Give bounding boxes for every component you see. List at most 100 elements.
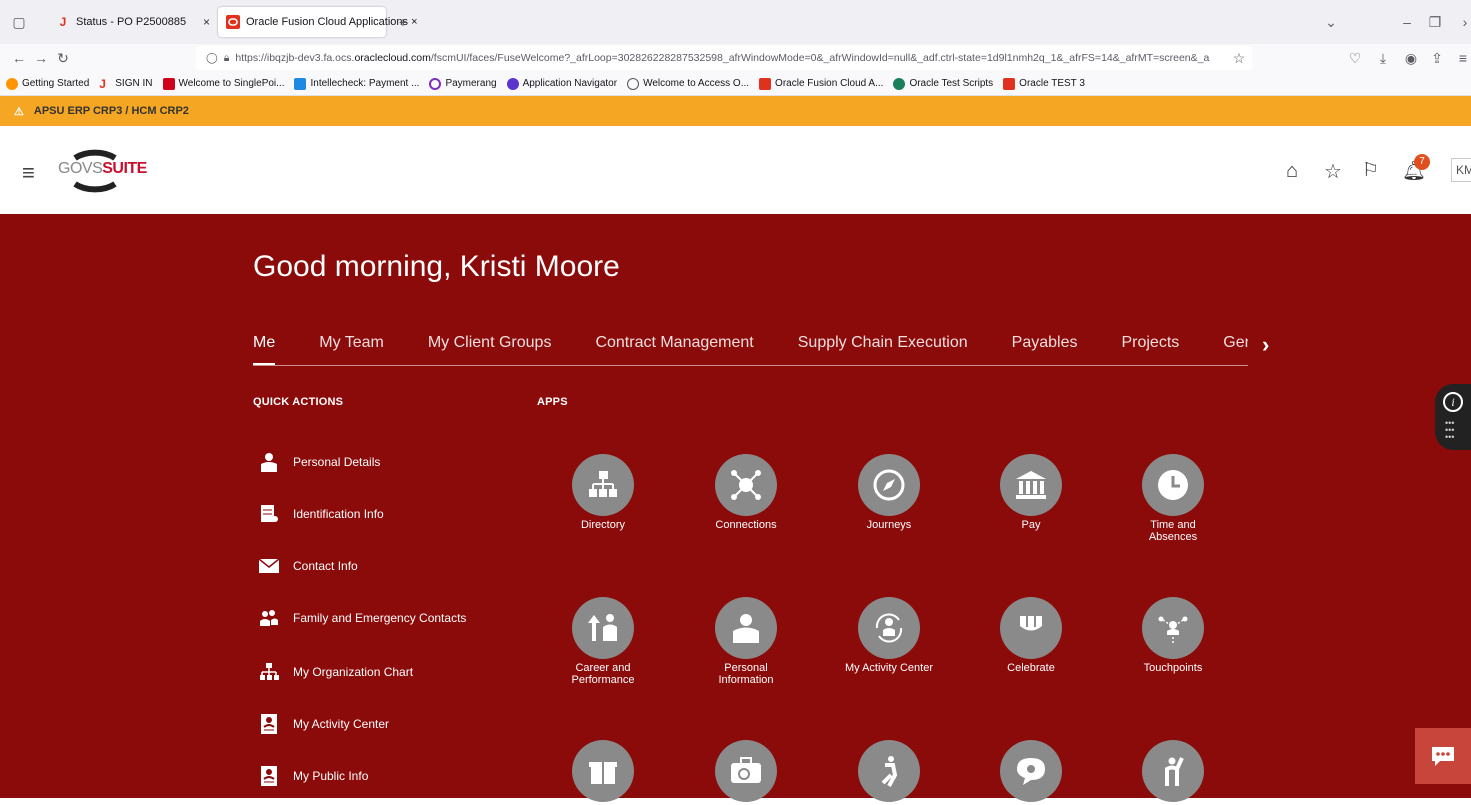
bookmark-oracle-fusion[interactable]: Oracle Fusion Cloud A... bbox=[759, 77, 883, 90]
quick-action-contact-info[interactable]: Contact Info bbox=[259, 556, 358, 576]
app-journeys[interactable]: Journeys bbox=[829, 454, 949, 531]
tab-projects[interactable]: Projects bbox=[1121, 334, 1179, 365]
tab-my-team[interactable]: My Team bbox=[319, 334, 384, 365]
app-celebrate[interactable]: Celebrate bbox=[971, 597, 1091, 674]
app-my-activity-center[interactable]: My Activity Center bbox=[829, 597, 949, 674]
activity-cycle-icon bbox=[858, 597, 920, 659]
menu-icon[interactable]: ≡ bbox=[1452, 50, 1471, 66]
app-connections[interactable]: Connections bbox=[686, 454, 806, 531]
back-icon[interactable]: ← bbox=[8, 50, 30, 66]
quick-action-label: Family and Emergency Contacts bbox=[293, 611, 467, 625]
person-raising-hand-icon bbox=[1142, 740, 1204, 802]
bookmark-app-navigator[interactable]: Application Navigator bbox=[506, 77, 617, 90]
greeting-title: Good morning, Kristi Moore bbox=[253, 250, 620, 283]
bookmark-oracle-test-scripts[interactable]: Oracle Test Scripts bbox=[893, 77, 993, 90]
briefcase-icon bbox=[715, 740, 777, 802]
app-header: ≡ GOVSSUITE ⌂ ☆ ⚐ 🔔︎ 7 KM bbox=[0, 126, 1471, 214]
tab-list-chevron-icon[interactable]: ⌄ bbox=[1320, 14, 1342, 31]
app-wellness[interactable] bbox=[829, 740, 949, 805]
bookmark-label: Oracle TEST 3 bbox=[1019, 78, 1085, 89]
tab-payables[interactable]: Payables bbox=[1012, 334, 1078, 365]
forward-icon[interactable]: → bbox=[30, 50, 52, 66]
app-label: Connections bbox=[715, 519, 777, 531]
app-benefits[interactable] bbox=[543, 740, 663, 805]
reload-icon[interactable]: ↻ bbox=[52, 50, 74, 67]
favorites-star-icon[interactable]: ☆ bbox=[1324, 159, 1342, 184]
logo-text-govs: GOVS bbox=[58, 160, 103, 177]
apps-grid-icon[interactable]: ••• ••• ••• bbox=[1445, 419, 1454, 442]
govs-suite-logo[interactable]: GOVSSUITE bbox=[50, 140, 147, 200]
close-icon[interactable]: × bbox=[203, 15, 210, 29]
restore-icon[interactable]: ❐ bbox=[1424, 14, 1446, 31]
bookmark-label: SIGN IN bbox=[115, 78, 153, 89]
home-icon[interactable]: ⌂ bbox=[1286, 160, 1298, 183]
oracle-icon bbox=[1003, 77, 1016, 90]
bookmark-paymerang[interactable]: Paymerang bbox=[429, 77, 497, 90]
clock-icon bbox=[1142, 454, 1204, 516]
id-doc-icon bbox=[259, 504, 279, 524]
quick-action-label: Contact Info bbox=[293, 559, 358, 573]
tab-contract-management[interactable]: Contract Management bbox=[595, 334, 753, 365]
globe-icon bbox=[627, 77, 640, 90]
bookmark-getting-started[interactable]: Getting Started bbox=[6, 77, 89, 90]
app-career-and-performance[interactable]: Career and Performance bbox=[543, 597, 663, 686]
bookmark-star-icon[interactable]: ☆ bbox=[1228, 50, 1250, 67]
app-touchpoints[interactable]: Touchpoints bbox=[1113, 597, 1233, 674]
pocket-icon[interactable]: ♡ bbox=[1344, 50, 1366, 67]
share-icon[interactable]: ⇪ bbox=[1426, 50, 1448, 67]
app-learning[interactable] bbox=[686, 740, 806, 805]
bookmark-sign-in[interactable]: J SIGN IN bbox=[99, 78, 152, 90]
user-avatar[interactable]: KM bbox=[1451, 158, 1471, 182]
tab-my-client-groups[interactable]: My Client Groups bbox=[428, 334, 552, 365]
browser-tab-status[interactable]: J Status - PO P2500885 × bbox=[48, 7, 218, 37]
bookmark-intellecheck[interactable]: Intellecheck: Payment ... bbox=[294, 77, 419, 90]
notification-count-badge: 7 bbox=[1414, 154, 1430, 170]
side-helper-panel: i ••• ••• ••• bbox=[1435, 384, 1471, 450]
app-label: My Activity Center bbox=[844, 662, 934, 674]
app-label: Directory bbox=[580, 519, 625, 531]
quick-action-my-public-info[interactable]: My Public Info bbox=[259, 766, 368, 786]
tab-overview-icon[interactable]: ▢ bbox=[8, 14, 30, 31]
bookmark-singlepoint[interactable]: Welcome to SinglePoi... bbox=[162, 77, 284, 90]
close-window-icon[interactable]: › bbox=[1454, 14, 1471, 30]
touchpoints-icon bbox=[1142, 597, 1204, 659]
quick-action-my-activity-center[interactable]: My Activity Center bbox=[259, 714, 389, 734]
hamburger-menu-icon[interactable]: ≡ bbox=[22, 160, 35, 186]
envelope-icon bbox=[259, 556, 279, 576]
app-pay[interactable]: Pay bbox=[971, 454, 1091, 531]
app-label: Time and Absences bbox=[1148, 519, 1198, 543]
chat-button[interactable] bbox=[1415, 728, 1471, 784]
app-feedback[interactable] bbox=[971, 740, 1091, 805]
bookmark-label: Paymerang bbox=[445, 78, 497, 89]
browser-tab-oracle[interactable]: Oracle Fusion Cloud Applications × bbox=[218, 7, 418, 37]
tab-general-accounting[interactable]: General Ac bbox=[1223, 334, 1248, 365]
download-icon[interactable]: ⤓ bbox=[1372, 50, 1394, 67]
quick-action-personal-details[interactable]: Personal Details bbox=[259, 452, 380, 472]
app-personal-information[interactable]: Personal Information bbox=[686, 597, 806, 686]
address-field[interactable]: ◯ 🔒︎ https://ibqzjb-dev3.fa.ocs. oraclecl… bbox=[196, 46, 1252, 70]
url-suffix: /fscmUI/faces/FuseWelcome?_afrLoop=30282… bbox=[430, 52, 1210, 64]
quick-action-org-chart[interactable]: My Organization Chart bbox=[259, 662, 413, 682]
info-icon[interactable]: i bbox=[1443, 392, 1463, 412]
quick-action-label: My Public Info bbox=[293, 769, 369, 783]
minimize-icon[interactable]: – bbox=[1396, 14, 1418, 30]
bookmarks-bar: Getting Started J SIGN IN Welcome to Sing… bbox=[0, 72, 1471, 96]
tab-me[interactable]: Me bbox=[253, 334, 276, 365]
account-icon[interactable]: ◉ bbox=[1400, 50, 1422, 67]
quick-action-label: My Activity Center bbox=[293, 717, 390, 731]
gift-icon bbox=[572, 740, 634, 802]
new-tab-icon[interactable]: + bbox=[392, 14, 414, 30]
celebrate-icon bbox=[1000, 597, 1062, 659]
tab-supply-chain-execution[interactable]: Supply Chain Execution bbox=[798, 334, 968, 365]
quick-action-identification-info[interactable]: Identification Info bbox=[259, 504, 384, 524]
quick-action-family-contacts[interactable]: Family and Emergency Contacts bbox=[259, 608, 466, 628]
watchlist-flag-icon[interactable]: ⚐ bbox=[1362, 159, 1379, 182]
app-time-and-absences[interactable]: Time and Absences bbox=[1113, 454, 1233, 543]
bookmark-access[interactable]: Welcome to Access O... bbox=[627, 77, 750, 90]
bookmark-label: Welcome to Access O... bbox=[643, 78, 750, 89]
bookmark-oracle-test-3[interactable]: Oracle TEST 3 bbox=[1003, 77, 1085, 90]
flag-icon bbox=[162, 77, 175, 90]
app-directory[interactable]: Directory bbox=[543, 454, 663, 531]
app-goals[interactable] bbox=[1113, 740, 1233, 805]
tabs-next-chevron-icon[interactable]: › bbox=[1262, 332, 1269, 358]
